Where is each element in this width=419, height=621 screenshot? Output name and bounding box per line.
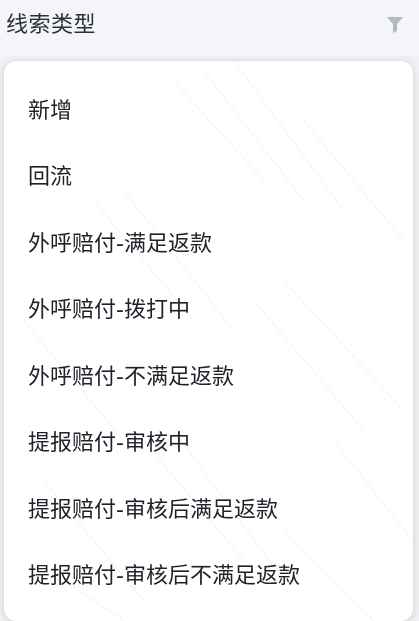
option-label: 回流 (28, 165, 73, 190)
option-label: 外呼赔付-满足返款 (28, 232, 212, 257)
option-label: 提报赔付-审核后不满足返款 (28, 564, 300, 589)
option-report-reviewing[interactable]: 提报赔付-审核中 (4, 417, 413, 471)
filter-dropdown-menu: 新增 回流 外呼赔付-满足返款 外呼赔付-拨打中 外呼赔付-不满足返款 提报赔付… (4, 61, 413, 621)
option-report-reviewed-refund-met[interactable]: 提报赔付-审核后满足返款 (4, 484, 413, 538)
option-label: 外呼赔付-不满足返款 (28, 365, 234, 390)
option-outbound-refund-met[interactable]: 外呼赔付-满足返款 (4, 218, 413, 272)
option-report-reviewed-refund-not-met[interactable]: 提报赔付-审核后不满足返款 (4, 550, 413, 604)
option-outbound-calling[interactable]: 外呼赔付-拨打中 (4, 284, 413, 338)
option-outbound-refund-not-met[interactable]: 外呼赔付-不满足返款 (4, 351, 413, 405)
option-xinzeng[interactable]: 新增 (4, 85, 413, 139)
option-label: 提报赔付-审核中 (28, 431, 190, 456)
filter-icon[interactable] (386, 15, 404, 35)
column-title: 线索类型 (6, 13, 97, 38)
option-label: 提报赔付-审核后满足返款 (28, 498, 278, 523)
option-label: 外呼赔付-拨打中 (28, 298, 190, 323)
column-header: 线索类型 (0, 0, 419, 56)
option-label: 新增 (28, 99, 73, 124)
option-huiliu[interactable]: 回流 (4, 151, 413, 205)
